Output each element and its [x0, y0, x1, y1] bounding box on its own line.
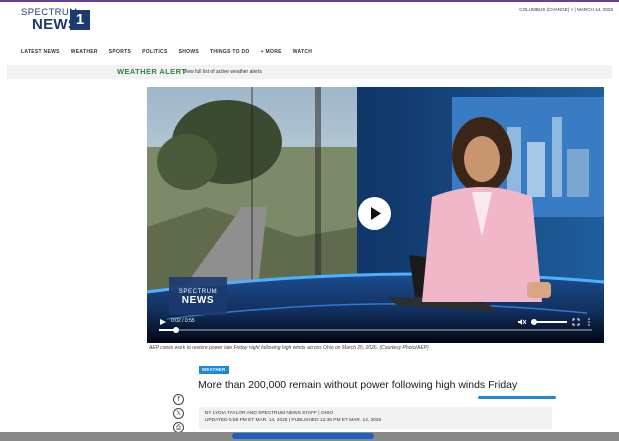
weather-alert-bar: WEATHER ALERT View full list of active w… [7, 65, 612, 79]
share-icon: ⎙ [176, 424, 181, 431]
x-icon: 𝕏 [176, 410, 181, 417]
video-player[interactable]: SPECTRUM NEWS 0:02 / 0:55 [147, 87, 604, 343]
nav-sports[interactable]: SPORTS [109, 49, 131, 59]
headline-highlight [478, 396, 556, 399]
nav-latest-news[interactable]: LATEST NEWS [21, 49, 60, 59]
nav-things-to-do[interactable]: THINGS TO DO [210, 49, 250, 59]
scrollbar-thumb[interactable] [232, 433, 374, 439]
play-button[interactable] [358, 197, 391, 230]
nav-weather[interactable]: WEATHER [71, 49, 98, 59]
mute-icon[interactable] [517, 318, 527, 326]
site-header: SPECTRUM NEWS 1 COLUMBUS (CHANGE) > | MA… [0, 2, 619, 40]
facebook-icon: f [177, 396, 180, 403]
video-time: 0:02 / 0:55 [171, 318, 195, 324]
spectrum-news-logo[interactable]: SPECTRUM NEWS 1 [21, 7, 93, 33]
video-progress-knob[interactable] [173, 327, 180, 333]
video-controls: 0:02 / 0:55 [147, 313, 604, 343]
video-caption: AEP crews work to restore power late Fri… [149, 345, 429, 351]
x-share-button[interactable]: 𝕏 [173, 408, 184, 419]
nav-watch[interactable]: WATCH [293, 49, 312, 59]
article-timestamps: UPDATED 5:58 PM ET MAR. 14, 2026 | PUBLI… [205, 418, 382, 423]
category-tag[interactable]: WEATHER [199, 366, 229, 374]
weather-alert-label: WEATHER ALERT [117, 67, 187, 76]
facebook-share-button[interactable]: f [173, 394, 184, 405]
region-selector[interactable]: COLUMBUS (CHANGE) > | MARCH 14, 2026 [519, 7, 613, 12]
volume-knob[interactable] [531, 319, 537, 325]
video-watermark: SPECTRUM NEWS [169, 289, 227, 306]
logo-number-box: 1 [70, 10, 90, 30]
article-headline: More than 200,000 remain without power f… [198, 379, 518, 391]
nav-politics[interactable]: POLITICS [142, 49, 167, 59]
video-watermark-bottom: NEWS [181, 295, 215, 306]
nav-shows[interactable]: SHOWS [179, 49, 199, 59]
nav-more[interactable]: + MORE [261, 49, 282, 59]
more-vertical-icon[interactable] [587, 318, 591, 326]
video-progress-track[interactable] [159, 327, 592, 333]
fullscreen-icon[interactable] [572, 318, 580, 326]
horizontal-scrollbar[interactable] [0, 432, 619, 441]
weather-alert-link[interactable]: View full list of active weather alerts [183, 69, 262, 75]
main-nav: LATEST NEWS WEATHER SPORTS POLITICS SHOW… [21, 49, 312, 59]
play-icon [371, 207, 381, 220]
play-small-icon[interactable] [159, 318, 167, 326]
byline-box: BY LYDIA TAYLOR AND SPECTRUM NEWS STAFF … [199, 407, 552, 429]
page: SPECTRUM NEWS 1 COLUMBUS (CHANGE) > | MA… [0, 0, 619, 441]
article-byline: BY LYDIA TAYLOR AND SPECTRUM NEWS STAFF … [205, 411, 334, 416]
